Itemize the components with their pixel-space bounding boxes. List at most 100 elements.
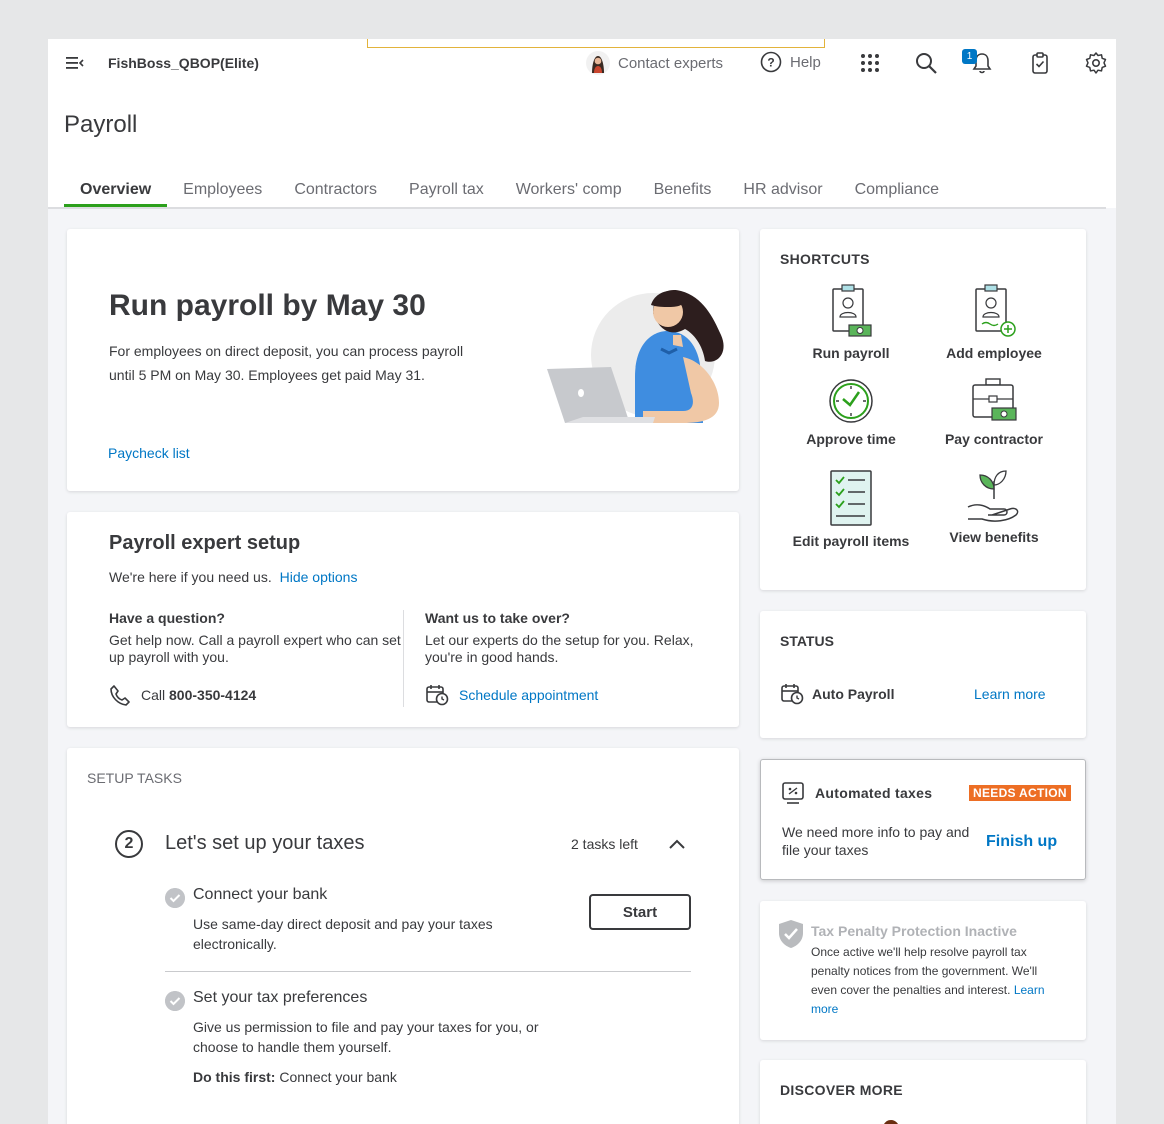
expert-setup-title: Payroll expert setup: [109, 532, 301, 554]
tab-contractors[interactable]: Contractors: [278, 173, 393, 207]
briefcase-icon: [972, 378, 1017, 421]
clock-icon: [829, 379, 873, 423]
shortcut-label: View benefits: [949, 529, 1039, 545]
shortcuts-label: SHORTCUTS: [780, 251, 870, 267]
shortcut-view-benefits[interactable]: View benefits: [922, 469, 1066, 547]
tax-document-icon: [782, 782, 804, 804]
column-divider: [403, 610, 404, 707]
needs-action-badge: NEEDS ACTION: [969, 785, 1071, 801]
help-button[interactable]: ? Help: [760, 51, 821, 73]
step-number: 2: [115, 830, 143, 858]
tax-penalty-card: Tax Penalty Protection Inactive Once act…: [760, 901, 1086, 1040]
takeover-heading: Want us to take over?: [425, 610, 570, 626]
expert-setup-subtitle: We're here if you need us. Hide options: [109, 569, 357, 585]
shield-check-icon: [779, 920, 803, 948]
tax-penalty-text: Once active we'll help resolve payroll t…: [811, 945, 1038, 997]
contact-experts-button[interactable]: Contact experts: [586, 51, 723, 75]
do-first-note: Do this first: Connect your bank: [193, 1069, 397, 1085]
run-payroll-text: For employees on direct deposit, you can…: [109, 343, 464, 383]
shortcut-add-employee[interactable]: Add employee: [922, 283, 1066, 363]
notice-banner-edge: [367, 39, 825, 48]
plant-hand-icon: [967, 470, 1019, 522]
task-tax-preferences: Set your tax preferences Give us permiss…: [165, 989, 691, 1099]
chevron-up-icon[interactable]: [667, 836, 687, 852]
svg-text:?: ?: [767, 56, 774, 70]
task-description: Give us permission to file and pay your …: [193, 1019, 539, 1055]
tab-compliance[interactable]: Compliance: [839, 173, 955, 207]
question-column: Have a question? Get help now. Call a pa…: [109, 610, 409, 666]
expert-setup-card: Payroll expert setup We're here if you n…: [67, 512, 739, 727]
discover-more-card: DISCOVER MORE: [760, 1060, 1086, 1124]
run-payroll-icon: [832, 284, 872, 337]
tab-payroll-tax[interactable]: Payroll tax: [393, 173, 500, 207]
calendar-clock-icon: [781, 684, 804, 705]
shortcut-edit-payroll-items[interactable]: Edit payroll items: [779, 469, 923, 551]
company-name[interactable]: FishBoss_QBOP(Elite): [108, 55, 259, 71]
status-label: STATUS: [780, 633, 834, 649]
run-payroll-title: Run payroll by May 30: [109, 289, 426, 322]
task-title: Connect your bank: [193, 886, 328, 903]
status-learn-more-link[interactable]: Learn more: [974, 686, 1046, 702]
tab-benefits[interactable]: Benefits: [638, 173, 728, 207]
schedule-appointment-action[interactable]: Schedule appointment: [425, 684, 598, 706]
shortcut-pay-contractor[interactable]: Pay contractor: [922, 377, 1066, 449]
question-text: Get help now. Call a payroll expert who …: [109, 632, 401, 665]
expert-avatar-icon: [586, 51, 610, 75]
status-card: STATUS Auto Payroll Learn more: [760, 611, 1086, 738]
check-circle-icon: [165, 888, 185, 908]
gear-icon[interactable]: [1084, 51, 1108, 75]
tab-hr-advisor[interactable]: HR advisor: [727, 173, 838, 207]
checklist-icon: [830, 470, 872, 526]
shortcut-approve-time[interactable]: Approve time: [779, 377, 923, 449]
tab-employees[interactable]: Employees: [167, 173, 278, 207]
call-expert-action[interactable]: Call 800-350-4124: [109, 684, 256, 706]
help-label: Help: [790, 53, 821, 71]
start-button[interactable]: Start: [589, 894, 691, 930]
shortcut-run-payroll[interactable]: Run payroll: [779, 283, 923, 363]
tasks-left-count: 2 tasks left: [571, 836, 638, 852]
tab-workers-comp[interactable]: Workers' comp: [500, 173, 638, 207]
do-first-value: Connect your bank: [279, 1069, 397, 1085]
page-title: Payroll: [64, 111, 138, 138]
top-bar: FishBoss_QBOP(Elite) Contact experts ? H…: [48, 39, 1116, 87]
contact-experts-label: Contact experts: [618, 54, 724, 72]
phone-number: 800-350-4124: [169, 687, 257, 703]
task-connect-bank: Connect your bank Use same-day direct de…: [165, 886, 691, 962]
shortcut-label: Pay contractor: [944, 431, 1044, 447]
clipboard-check-icon[interactable]: [1028, 51, 1052, 75]
run-payroll-card: Run payroll by May 30 For employees on d…: [67, 229, 739, 491]
question-heading: Have a question?: [109, 610, 225, 626]
tabs-divider: [48, 207, 1106, 209]
expert-subtitle-text: We're here if you need us.: [109, 569, 272, 585]
discover-illustration: [883, 1120, 899, 1124]
finish-up-link[interactable]: Finish up: [986, 833, 1057, 851]
task-divider: [165, 971, 691, 972]
tax-penalty-description: Once active we'll help resolve payroll t…: [811, 943, 1061, 1019]
hide-options-link[interactable]: Hide options: [280, 569, 358, 585]
shortcuts-card: SHORTCUTS Run payroll Add employee Appro…: [760, 229, 1086, 590]
page-header: Payroll Overview Employees Contractors P…: [48, 87, 1116, 209]
do-first-label: Do this first:: [193, 1069, 276, 1085]
discover-more-label: DISCOVER MORE: [780, 1082, 903, 1098]
app-window: FishBoss_QBOP(Elite) Contact experts ? H…: [48, 39, 1116, 1124]
notification-badge: 1: [962, 49, 977, 64]
check-circle-icon: [165, 991, 185, 1011]
schedule-appointment-link: Schedule appointment: [459, 687, 599, 703]
calendar-clock-icon: [426, 685, 449, 706]
tax-penalty-title: Tax Penalty Protection Inactive: [811, 923, 1017, 939]
phone-icon: [110, 685, 130, 706]
paycheck-list-link[interactable]: Paycheck list: [108, 445, 190, 461]
setup-taxes-title: Let's set up your taxes: [165, 832, 365, 854]
search-icon[interactable]: [914, 51, 938, 75]
automated-taxes-title: Automated taxes: [815, 785, 933, 801]
apps-grid-icon[interactable]: [858, 51, 882, 75]
shortcut-label: Run payroll: [812, 345, 890, 361]
task-title: Set your tax preferences: [193, 989, 368, 1006]
tab-overview[interactable]: Overview: [64, 173, 168, 207]
shortcut-label: Edit payroll items: [792, 533, 910, 549]
menu-icon[interactable]: [64, 53, 86, 73]
add-employee-icon: [975, 284, 1016, 337]
help-icon: ?: [760, 51, 782, 73]
shortcut-label: Add employee: [946, 345, 1042, 361]
automated-taxes-card: Automated taxes NEEDS ACTION We need mor…: [760, 759, 1086, 880]
